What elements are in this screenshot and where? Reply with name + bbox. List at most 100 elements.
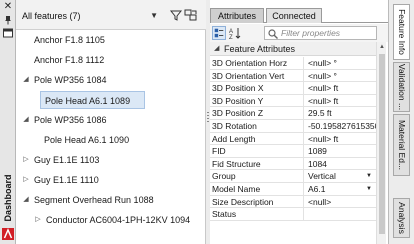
attribute-name: Group — [210, 170, 304, 182]
attribute-value[interactable]: <null> ft — [306, 95, 376, 107]
filter-features-icon[interactable] — [169, 8, 183, 22]
collapse-section-icon[interactable]: ◢ — [214, 42, 219, 56]
attribute-value[interactable]: <null> ° — [306, 57, 376, 69]
attribute-name: FID — [210, 145, 304, 157]
tab-validation[interactable]: Validation ... — [393, 62, 410, 112]
attribute-name: 3D Position Z — [210, 107, 304, 119]
attribute-name: Fid Structure — [210, 157, 304, 170]
filter-properties-input[interactable]: Filter properties — [264, 26, 377, 40]
attribute-row[interactable]: FID 1089 — [210, 145, 376, 158]
attribute-row[interactable]: Fid Structure 1084 — [210, 157, 376, 171]
attribute-value[interactable]: <null> ft — [306, 133, 376, 145]
tree-item-label: Pole WP356 1086 — [34, 115, 107, 125]
filter-placeholder: Filter properties — [281, 28, 341, 38]
categorized-view-icon[interactable] — [212, 26, 226, 40]
attribute-row[interactable]: Add Length <null> ft — [210, 132, 376, 146]
attribute-name: 3D Position Y — [210, 94, 304, 107]
chevron-down-icon: ▼ — [150, 11, 158, 20]
dashboard-side-strip: ✕ Dashboard — [0, 0, 16, 244]
tree-item[interactable]: Anchor F1.8 1112 — [16, 50, 206, 70]
attribute-value[interactable]: <null> — [306, 196, 376, 208]
attribute-name: 3D Orientation Vert — [210, 69, 304, 82]
alphabetical-view-icon[interactable]: A Z — [228, 26, 242, 40]
attribute-value[interactable]: <null> ft — [306, 82, 376, 94]
attribute-row[interactable]: 3D Rotation -50.19582761535095 — [210, 119, 376, 133]
tree-item-selected[interactable]: Pole Head A6.1 1089 — [16, 90, 206, 110]
attribute-row[interactable]: 3D Position Z 29.5 ft — [210, 107, 376, 120]
svg-text:Z: Z — [229, 35, 233, 40]
feature-filter-dropdown[interactable]: All features (7) ▼ — [22, 9, 162, 23]
attribute-row[interactable]: Size Description <null> — [210, 195, 376, 209]
tree-item[interactable]: Anchor F1.8 1105 — [16, 30, 206, 50]
attribute-value[interactable]: <null> ° — [306, 70, 376, 82]
attribute-row[interactable]: Group Vertical ▼ — [210, 170, 376, 183]
tree-item[interactable]: ◢ Segment Overhead Run 1088 — [16, 190, 206, 210]
properties-panel: Attributes Connected A Z Filter properti… — [210, 0, 388, 244]
attribute-row[interactable]: Model Name A6.1 ▼ — [210, 182, 376, 196]
autocad-logo-icon — [2, 228, 14, 240]
tree-item-label: Anchor F1.8 1105 — [34, 35, 105, 45]
attribute-name: Size Description — [210, 195, 304, 208]
attribute-row[interactable]: 3D Position Y <null> ft — [210, 94, 376, 108]
attribute-name: 3D Orientation Horz — [210, 57, 304, 69]
tree-item[interactable]: Pole Head A6.1 1090 — [16, 130, 206, 150]
scrollbar-thumb[interactable] — [379, 54, 385, 234]
feature-attributes-header[interactable]: ◢ Feature Attributes — [210, 42, 376, 56]
tree-item[interactable]: ▷ Conductor AC6004-1PH-12KV 1094 — [16, 210, 206, 230]
tab-label: Analysis — [396, 202, 407, 234]
section-title: Feature Attributes — [224, 44, 296, 54]
tree-item[interactable]: ▷ Guy E1.1E 1103 — [16, 150, 206, 170]
tree-item-label: Pole Head A6.1 1089 — [40, 91, 146, 109]
tab-label: Validation ... — [396, 63, 407, 111]
tree-item-label: Guy E1.1E 1110 — [34, 175, 99, 185]
collapse-icon[interactable]: ◢ — [22, 110, 30, 130]
close-icon[interactable]: ✕ — [3, 2, 13, 12]
attribute-row[interactable]: Status — [210, 208, 376, 221]
feature-filter-label: All features (7) — [22, 11, 81, 21]
tab-analysis[interactable]: Analysis — [393, 198, 410, 238]
dropdown-arrow-icon[interactable]: ▼ — [366, 170, 372, 182]
attribute-name: 3D Position X — [210, 82, 304, 94]
attribute-value: 1089 — [308, 146, 327, 157]
select-features-icon[interactable] — [184, 8, 198, 22]
attribute-grid: 3D Orientation Horz <null> ° 3D Orientat… — [210, 57, 376, 221]
tree-item-label: Segment Overhead Run 1088 — [34, 195, 154, 205]
attribute-row[interactable]: 3D Orientation Vert <null> ° — [210, 69, 376, 83]
collapse-icon[interactable]: ◢ — [22, 70, 30, 90]
tree-item-label: Anchor F1.8 1112 — [34, 55, 105, 65]
attribute-value[interactable]: 1084 — [306, 158, 376, 170]
attribute-name: 3D Rotation — [210, 119, 304, 132]
attribute-value[interactable] — [306, 208, 376, 220]
scroll-up-icon[interactable]: ▲ — [379, 44, 385, 50]
collapse-icon[interactable]: ◢ — [22, 190, 30, 210]
feature-tree: Anchor F1.8 1105 Anchor F1.8 1112 ◢ Pole… — [16, 30, 206, 230]
attribute-value[interactable]: -50.19582761535095 — [306, 120, 376, 132]
search-icon — [268, 29, 278, 39]
tab-connected[interactable]: Connected — [266, 8, 322, 23]
properties-icon[interactable] — [3, 28, 13, 38]
attribute-row[interactable]: 3D Position X <null> ft — [210, 82, 376, 95]
expand-icon[interactable]: ▷ — [22, 150, 30, 170]
tree-item-label: Pole WP356 1084 — [34, 75, 107, 85]
attribute-name: Model Name — [210, 182, 304, 195]
tree-item[interactable]: ◢ Pole WP356 1086 — [16, 110, 206, 130]
tree-item-label: Guy E1.1E 1103 — [34, 155, 100, 165]
tree-item-label: Conductor AC6004-1PH-12KV 1094 — [46, 215, 191, 225]
palette-tab-strip: Feature Info ◀ Validation ... Material E… — [388, 0, 414, 244]
attribute-value[interactable]: 29.5 ft — [306, 107, 376, 119]
pin-icon[interactable] — [3, 15, 13, 25]
tree-item[interactable]: ◢ Pole WP356 1084 — [16, 70, 206, 90]
attribute-name: Status — [210, 208, 304, 220]
tab-attributes[interactable]: Attributes — [210, 8, 264, 23]
dropdown-arrow-icon[interactable]: ▼ — [366, 183, 372, 195]
attribute-row[interactable]: 3D Orientation Horz <null> ° — [210, 57, 376, 70]
attribute-name: Add Length — [210, 132, 304, 145]
tree-item[interactable]: ▷ Guy E1.1E 1110 — [16, 170, 206, 190]
tab-material-editor[interactable]: Material Ed... — [393, 114, 410, 176]
expand-icon[interactable]: ▷ — [22, 170, 30, 190]
expand-icon[interactable]: ▷ — [34, 210, 42, 230]
feature-tree-panel: All features (7) ▼ Anchor F1.8 1105 Anch… — [16, 0, 206, 244]
tab-label: Material Ed... — [396, 119, 407, 171]
vertical-scrollbar[interactable]: ▲ — [376, 42, 386, 244]
tab-feature-info[interactable]: Feature Info — [393, 4, 410, 60]
